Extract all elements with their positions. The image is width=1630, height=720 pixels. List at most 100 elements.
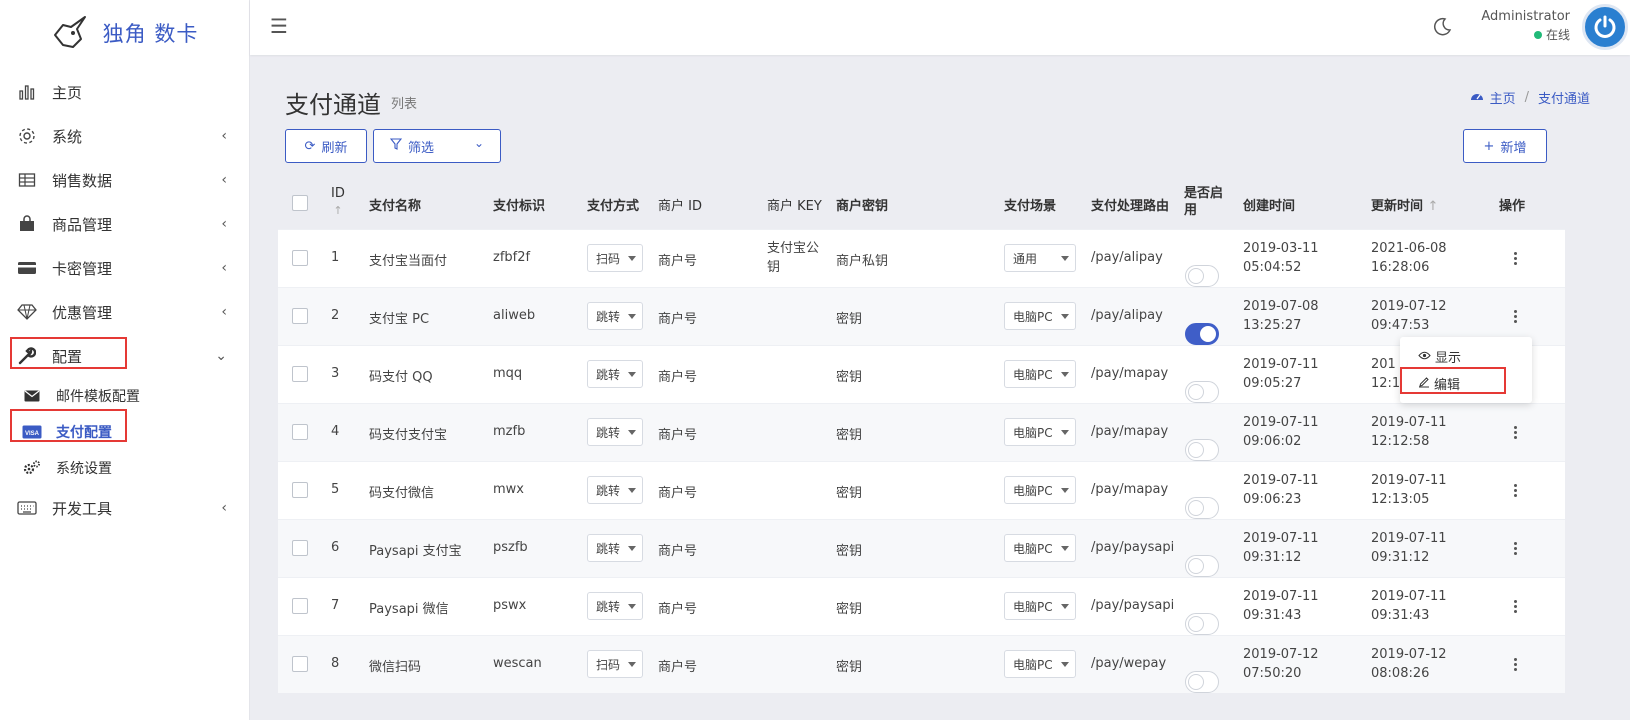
cell-created-at: 2019-03-11 05:04:52: [1243, 239, 1319, 277]
is-open-toggle[interactable]: [1185, 612, 1219, 635]
row-actions-menu-icon[interactable]: [1509, 600, 1521, 613]
is-open-toggle[interactable]: [1185, 264, 1219, 287]
is-open-toggle[interactable]: [1185, 496, 1219, 519]
chevron-down-icon: ⌄: [215, 348, 227, 364]
sidebar-item-system[interactable]: 系统 ‹: [0, 114, 249, 158]
cell-pay-check: aliweb: [493, 308, 536, 323]
col-pay-check: 支付标识: [493, 199, 546, 214]
add-label: 新增: [1500, 140, 1527, 156]
pay-client-select[interactable]: 电脑PC: [1004, 418, 1076, 446]
menu-toggle-icon[interactable]: ☰: [270, 14, 288, 38]
pay-method-select[interactable]: 扫码: [587, 650, 643, 678]
cell-id: 2: [331, 308, 340, 323]
sidebar-item-goods[interactable]: 商品管理 ‹: [0, 202, 249, 246]
cell-merchant-id: 商户号: [658, 370, 698, 385]
page-subtitle: 列表: [391, 97, 418, 112]
sidebar-subitem-label: 邮件模板配置: [56, 389, 140, 405]
col-pay-name: 支付名称: [369, 199, 422, 214]
cell-pay-route: /pay/alipay: [1091, 250, 1163, 265]
row-actions-menu-icon[interactable]: [1509, 426, 1521, 439]
sidebar-item-home[interactable]: 主页: [0, 70, 249, 114]
row-checkbox[interactable]: [292, 482, 308, 498]
col-merchant-key: 商户 KEY: [767, 199, 822, 214]
toggle-knob: [1188, 267, 1204, 284]
user-info[interactable]: Administrator 在线: [1481, 9, 1570, 43]
pay-client-select[interactable]: 电脑PC: [1004, 592, 1076, 620]
row-actions-menu-icon[interactable]: [1509, 542, 1521, 555]
caret-down-icon: [628, 546, 636, 551]
pay-client-select[interactable]: 电脑PC: [1004, 360, 1076, 388]
bar-chart-icon: [16, 81, 38, 103]
is-open-toggle[interactable]: [1185, 438, 1219, 461]
sidebar-item-label: 优惠管理: [52, 303, 113, 322]
pay-client-select[interactable]: 电脑PC: [1004, 476, 1076, 504]
sidebar-item-coupons[interactable]: 优惠管理 ‹: [0, 290, 249, 334]
row-checkbox[interactable]: [292, 250, 308, 266]
breadcrumb-current[interactable]: 支付通道: [1538, 88, 1590, 107]
sidebar-item-sales-data[interactable]: 销售数据 ‹: [0, 158, 249, 202]
pay-client-select[interactable]: 电脑PC: [1004, 302, 1076, 330]
dropdown-item-show[interactable]: 显示: [1418, 347, 1461, 366]
toggle-knob: [1188, 673, 1204, 690]
select-all-checkbox[interactable]: [292, 195, 308, 211]
col-pay-method: 支付方式: [587, 199, 640, 214]
cell-created-at: 2019-07-11 09:31:12: [1243, 529, 1319, 567]
cell-created-at: 2019-07-08 13:25:27: [1243, 297, 1319, 335]
pay-method-select[interactable]: 扫码: [587, 244, 643, 272]
pay-client-select[interactable]: 电脑PC: [1004, 534, 1076, 562]
is-open-toggle[interactable]: [1185, 554, 1219, 577]
cell-updated-at: 2019-07-11 12:12:58: [1371, 413, 1447, 451]
sidebar-subitem-system-settings[interactable]: 系统设置: [0, 450, 249, 486]
sidebar-subitem-label: 系统设置: [56, 461, 112, 477]
row-checkbox[interactable]: [292, 424, 308, 440]
pay-method-select[interactable]: 跳转: [587, 360, 643, 388]
refresh-button[interactable]: ⟳ 刷新: [285, 129, 367, 163]
row-actions-menu-icon[interactable]: [1509, 658, 1521, 671]
col-updated-at[interactable]: 更新时间 ↑: [1371, 195, 1438, 214]
is-open-toggle[interactable]: [1185, 322, 1219, 345]
toggle-knob: [1188, 441, 1204, 458]
row-actions-menu-icon[interactable]: [1509, 310, 1521, 323]
caret-down-icon: [1061, 662, 1069, 667]
row-actions-menu-icon[interactable]: [1509, 252, 1521, 265]
pay-method-select[interactable]: 跳转: [587, 592, 643, 620]
col-id[interactable]: ID ↑: [331, 185, 345, 219]
updated-date: 2019-07-11: [1371, 531, 1447, 546]
brand[interactable]: 独角 数卡: [0, 0, 249, 66]
dark-mode-toggle-icon[interactable]: [1432, 16, 1452, 40]
dropdown-show-label: 显示: [1435, 351, 1462, 366]
created-time: 09:06:02: [1243, 434, 1302, 449]
row-checkbox[interactable]: [292, 598, 308, 614]
created-time: 09:31:12: [1243, 550, 1302, 565]
pay-method-select[interactable]: 跳转: [587, 476, 643, 504]
pay-method-select[interactable]: 跳转: [587, 302, 643, 330]
pay-method-select[interactable]: 跳转: [587, 534, 643, 562]
row-checkbox[interactable]: [292, 366, 308, 382]
breadcrumb-home[interactable]: 主页: [1490, 88, 1516, 107]
avatar[interactable]: [1582, 4, 1628, 50]
pay-method-select[interactable]: 跳转: [587, 418, 643, 446]
pay-client-select[interactable]: 通用: [1004, 244, 1076, 272]
cell-created-at: 2019-07-11 09:06:23: [1243, 471, 1319, 509]
add-button[interactable]: + 新增: [1463, 129, 1547, 163]
row-checkbox[interactable]: [292, 656, 308, 672]
is-open-toggle[interactable]: [1185, 670, 1219, 693]
row-checkbox[interactable]: [292, 308, 308, 324]
row-checkbox[interactable]: [292, 540, 308, 556]
filter-button[interactable]: 筛选 ⌄: [373, 129, 501, 163]
cell-updated-at: 2019-07-12 09:47:53: [1371, 297, 1447, 335]
updated-date: 2019-07-11: [1371, 415, 1447, 430]
sidebar-item-dev-tools[interactable]: 开发工具 ‹: [0, 486, 249, 530]
is-open-toggle[interactable]: [1185, 380, 1219, 403]
pay-client-value: 电脑PC: [1013, 657, 1053, 672]
row-actions-menu-icon[interactable]: [1509, 484, 1521, 497]
updated-date: 2021-06-08: [1371, 241, 1447, 256]
page-title: 支付通道: [285, 91, 381, 119]
sidebar-item-label: 卡密管理: [52, 259, 113, 278]
unicorn-logo-icon: [53, 16, 86, 48]
sidebar-item-label: 开发工具: [52, 499, 113, 518]
table-row: 5 码支付微信 mwx 跳转 商户号 密钥 电脑PC/pay/mapay 2019-07-11…: [278, 461, 1565, 519]
sidebar-item-carmis[interactable]: 卡密管理 ‹: [0, 246, 249, 290]
cell-pay-check: mwx: [493, 482, 524, 497]
pay-client-select[interactable]: 电脑PC: [1004, 650, 1076, 678]
